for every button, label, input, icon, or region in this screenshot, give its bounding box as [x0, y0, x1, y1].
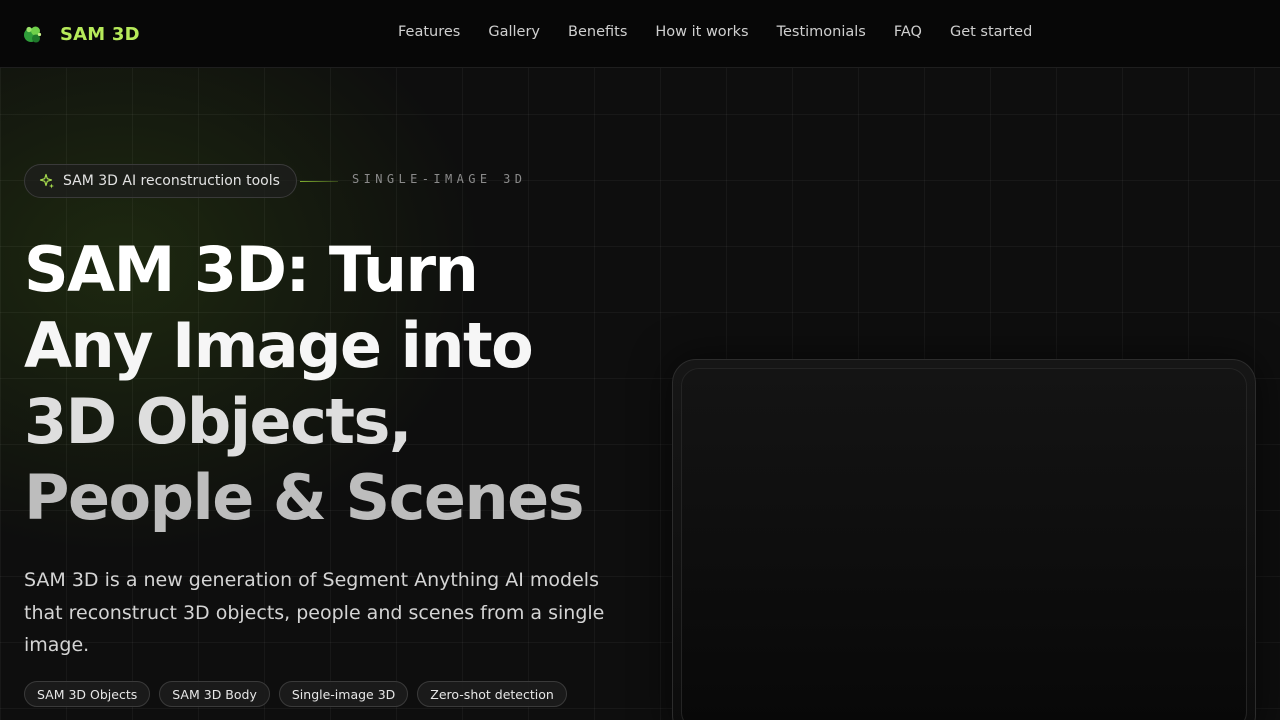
chip-single-image-3d[interactable]: Single-image 3D — [278, 681, 409, 707]
sparkle-icon — [39, 173, 54, 189]
headline-line-2: Any Image into — [24, 309, 534, 382]
brand-name: SAM 3D — [60, 23, 140, 45]
hero-badge-label: SAM 3D AI reconstruction tools — [63, 173, 280, 189]
hero-tagline: SINGLE-IMAGE 3D — [352, 172, 527, 186]
headline-line-4: People & Scenes — [24, 461, 585, 534]
headline-line-3: 3D Objects, — [24, 385, 412, 458]
chip-sam-3d-objects[interactable]: SAM 3D Objects — [24, 681, 151, 707]
hero-badge: SAM 3D AI reconstruction tools — [24, 164, 297, 198]
chip-sam-3d-body[interactable]: SAM 3D Body — [159, 681, 270, 707]
chip-zero-shot-detection[interactable]: Zero-shot detection — [417, 681, 567, 707]
nav-item-benefits[interactable]: Benefits — [568, 24, 627, 44]
hero-preview-screen — [681, 368, 1247, 720]
hero-subtitle: SAM 3D is a new generation of Segment An… — [24, 569, 605, 656]
nav-item-testimonials[interactable]: Testimonials — [777, 24, 866, 44]
nav-item-gallery[interactable]: Gallery — [488, 24, 540, 44]
main-nav: Features Gallery Benefits How it works T… — [384, 24, 1046, 44]
headline-line-1: SAM 3D: Turn — [24, 233, 479, 306]
brand-link[interactable]: SAM 3D — [22, 22, 140, 46]
top-navbar: SAM 3D Features Gallery Benefits How it … — [0, 0, 1280, 68]
hero-headline: SAM 3D: Turn Any Image into 3D Objects, … — [24, 232, 644, 536]
hero-preview-panel — [672, 359, 1256, 720]
nav-item-faq[interactable]: FAQ — [894, 24, 922, 44]
landing-page: SAM 3D Features Gallery Benefits How it … — [0, 0, 1280, 720]
feature-chips: SAM 3D Objects SAM 3D Body Single-image … — [24, 681, 576, 707]
badge-divider-line — [300, 181, 338, 182]
nav-item-features[interactable]: Features — [398, 24, 460, 44]
nav-item-how-it-works[interactable]: How it works — [655, 24, 748, 44]
nav-item-get-started[interactable]: Get started — [950, 24, 1032, 44]
brand-logo-icon — [24, 26, 42, 43]
